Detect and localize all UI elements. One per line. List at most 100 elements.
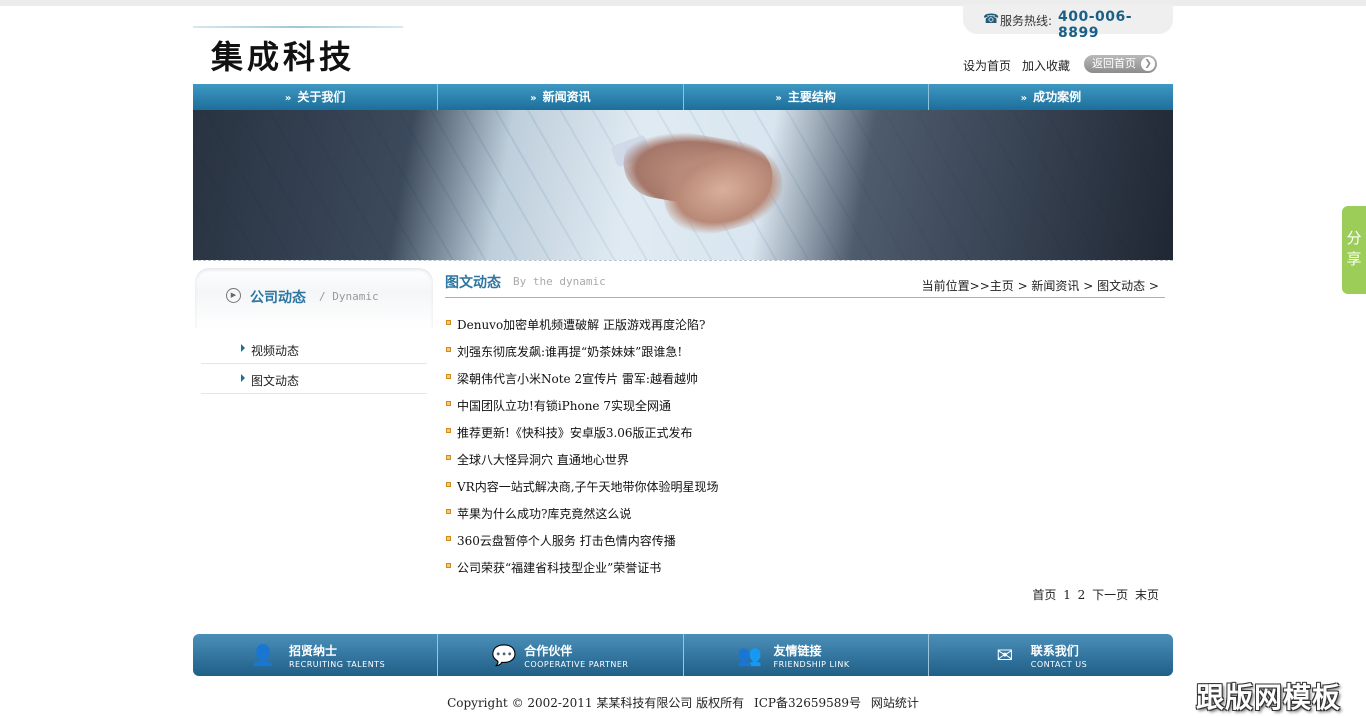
hotline-label: 服务热线: [1000,14,1053,28]
triangle-right-icon [241,374,245,382]
set-home-link[interactable]: 设为首页 [963,57,1011,74]
news-list: Denuvo加密单机频遭破解 正版游戏再度沦陷? 刘强东彻底发飙:谁再提“奶茶妹… [445,312,1165,582]
handshake-banner [193,110,1173,260]
double-chevron-icon: » [284,93,292,104]
list-item: VR内容一站式解决商,子午天地带你体验明星现场 [445,474,1165,501]
pager-page-2[interactable]: 2 [1078,588,1086,602]
news-link[interactable]: 推荐更新!《快科技》安卓版3.06版正式发布 [457,424,693,441]
list-item: 刘强东彻底发飙:谁再提“奶茶妹妹”跟谁急! [445,339,1165,366]
nav-item-news[interactable]: » 新闻资讯 [438,84,684,110]
back-home-label: 返回首页 [1092,57,1136,70]
user-icon: 👤 [250,643,276,667]
news-link[interactable]: VR内容一站式解决商,子午天地带你体验明星现场 [457,478,719,495]
nav-item-cases[interactable]: » 成功案例 [928,84,1173,110]
main-content: 图文动态 By the dynamic 当前位置>>主页 > 新闻资讯 > 图文… [445,268,1165,608]
list-item: 梁朝伟代言小米Note 2宣传片 雷军:越看越帅 [445,366,1165,393]
page-subtitle: By the dynamic [513,275,606,288]
sidebar-item-label: 视频动态 [251,344,300,358]
bullet-icon [446,320,451,325]
sidebar-list: 视频动态 图文动态 [201,334,427,394]
main-nav: » 关于我们 » 新闻资讯 » 主要结构 » 成功案例 [193,84,1173,110]
list-item: 公司荣获“福建省科技型企业”荣誉证书 [445,555,1165,582]
bullet-icon [446,509,451,514]
footer-item-subtitle: CONTACT US [1030,660,1088,669]
nav-label: 成功案例 [1033,90,1082,104]
back-home-button[interactable]: 返回首页 ❯ [1084,55,1157,73]
list-item: 全球八大怪异洞穴 直通地心世界 [445,447,1165,474]
list-item: 推荐更新!《快科技》安卓版3.06版正式发布 [445,420,1165,447]
hotline-number: 400-006-8899 [1058,9,1133,41]
pager-first[interactable]: 首页 [1032,588,1056,602]
list-item: Denuvo加密单机频遭破解 正版游戏再度沦陷? [445,312,1165,339]
nav-label: 新闻资讯 [542,90,591,104]
pager-last[interactable]: 末页 [1135,588,1159,602]
share-tab[interactable]: 分享 [1342,206,1366,294]
bullet-icon [446,401,451,406]
news-link[interactable]: 360云盘暂停个人服务 打击色情内容传播 [457,532,676,549]
footer-item-recruit[interactable]: 👤 招贤纳士 RECRUITING TALENTS [193,634,439,676]
double-chevron-icon: » [1020,93,1028,104]
copyright-text: Copyright © 2002-2011 某某科技有限公司 版权所有 [447,696,745,710]
footer-item-subtitle: COOPERATIVE PARTNER [524,660,629,669]
news-link[interactable]: Denuvo加密单机频遭破解 正版游戏再度沦陷? [457,316,705,333]
list-item: 360云盘暂停个人服务 打击色情内容传播 [445,528,1165,555]
bullet-icon [446,374,451,379]
sidebar: ▶ 公司动态 / Dynamic 视频动态 图文动态 [193,268,433,398]
double-chevron-icon: » [530,93,537,104]
sidebar-item-video[interactable]: 视频动态 [201,334,427,364]
bullet-icon [446,563,451,568]
mail-icon: ✉ [996,643,1014,667]
sidebar-item-label: 图文动态 [251,374,300,388]
news-link[interactable]: 公司荣获“福建省科技型企业”荣誉证书 [457,559,661,576]
nav-label: 主要结构 [787,90,836,104]
double-chevron-icon: » [775,93,782,104]
nav-item-about[interactable]: » 关于我们 [193,84,439,110]
news-link[interactable]: 梁朝伟代言小米Note 2宣传片 雷军:越看越帅 [457,370,698,387]
footer-item-title: 招贤纳士 [289,644,338,658]
sidebar-title: 公司动态 [250,290,306,306]
sidebar-header: ▶ 公司动态 / Dynamic [195,268,433,328]
footer-item-links[interactable]: 👥 友情链接 FRIENDSHIP LINK [684,634,929,676]
top-links: 设为首页 加入收藏 返回首页 ❯ [963,55,1163,75]
footer-item-title: 友情链接 [773,644,822,658]
site-stats-link[interactable]: 网站统计 [871,696,919,710]
copyright: Copyright © 2002-2011 某某科技有限公司 版权所有 ICP备… [193,694,1173,711]
phone-icon: ☎ [983,12,1000,27]
bullet-icon [446,536,451,541]
pagination: 首页 1 2 下一页 末页 [1029,586,1159,603]
footer-item-subtitle: RECRUITING TALENTS [289,660,386,669]
page-title: 图文动态 [445,275,501,291]
bullet-icon [446,428,451,433]
bullet-icon [446,482,451,487]
logo-underline [193,26,403,28]
nav-label: 关于我们 [297,90,346,104]
breadcrumb[interactable]: 当前位置>>主页 > 新闻资讯 > 图文动态 > [922,277,1159,294]
logo[interactable]: 集成科技 [193,26,403,76]
footer-item-partner[interactable]: 💬 合作伙伴 COOPERATIVE PARTNER [438,634,684,676]
footer-item-contact[interactable]: ✉ 联系我们 CONTACT US [929,634,1173,676]
list-item: 中国团队立功!有锁iPhone 7实现全网通 [445,393,1165,420]
icp-number[interactable]: ICP备32659589号 [754,696,861,710]
page-container: 集成科技 ☎ 服务热线: 400-006-8899 设为首页 加入收藏 返回首页… [193,0,1173,718]
group-icon: 👥 [737,643,762,667]
hotline-box: ☎ 服务热线: 400-006-8899 [963,4,1173,41]
chat-icon: 💬 [491,643,517,667]
bullet-icon [446,455,451,460]
footer-item-title: 联系我们 [1030,644,1079,658]
footer-item-subtitle: FRIENDSHIP LINK [773,660,850,669]
news-link[interactable]: 刘强东彻底发飙:谁再提“奶茶妹妹”跟谁急! [457,343,682,360]
news-link[interactable]: 苹果为什么成功?库克竟然这么说 [457,505,631,522]
news-link[interactable]: 全球八大怪异洞穴 直通地心世界 [457,451,629,468]
pager-page-1[interactable]: 1 [1063,588,1071,602]
banner-divider [193,260,1173,262]
sidebar-item-graphic[interactable]: 图文动态 [201,364,427,394]
list-item: 苹果为什么成功?库克竟然这么说 [445,501,1165,528]
footer-item-title: 合作伙伴 [524,644,573,658]
nav-item-structure[interactable]: » 主要结构 [683,84,929,110]
news-link[interactable]: 中国团队立功!有锁iPhone 7实现全网通 [457,397,671,414]
triangle-right-icon [241,344,245,352]
pager-next[interactable]: 下一页 [1092,588,1128,602]
add-favorite-link[interactable]: 加入收藏 [1022,57,1070,74]
logo-text: 集成科技 [211,38,356,76]
main-header: 图文动态 By the dynamic 当前位置>>主页 > 新闻资讯 > 图文… [445,268,1165,298]
